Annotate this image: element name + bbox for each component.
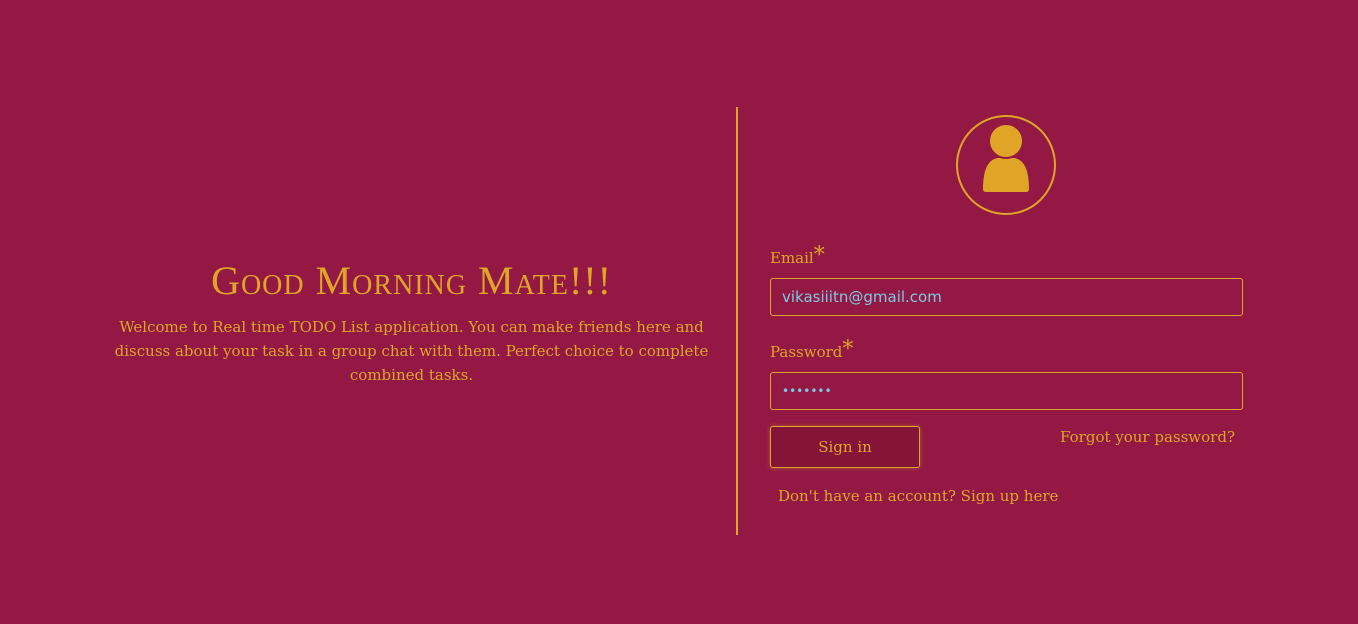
vertical-divider [736, 107, 738, 535]
forgot-password-link[interactable]: Forgot your password? [1060, 428, 1235, 446]
email-field[interactable] [770, 278, 1243, 316]
password-label-text: Password [770, 343, 843, 361]
avatar [956, 115, 1056, 215]
password-field[interactable] [770, 372, 1243, 410]
welcome-text: Welcome to Real time TODO List applicati… [114, 318, 709, 384]
form-actions: Sign in Forgot your password? [770, 426, 1243, 468]
required-mark: * [842, 337, 854, 362]
required-mark: * [813, 243, 825, 268]
greeting-headline: Good Morning Mate!!! [211, 258, 612, 303]
login-form: Email* Password* Sign in Forgot your pas… [770, 244, 1243, 505]
sign-up-link[interactable]: Don't have an account? Sign up here [778, 487, 1243, 505]
sign-in-button[interactable]: Sign in [770, 426, 920, 468]
user-icon [980, 123, 1032, 194]
login-page: Good Morning Mate!!! Welcome to Real tim… [0, 0, 1358, 624]
welcome-section: Good Morning Mate!!! Welcome to Real tim… [110, 255, 713, 387]
email-label-text: Email [770, 249, 814, 267]
password-label: Password* [770, 338, 1243, 372]
email-label: Email* [770, 244, 1243, 278]
